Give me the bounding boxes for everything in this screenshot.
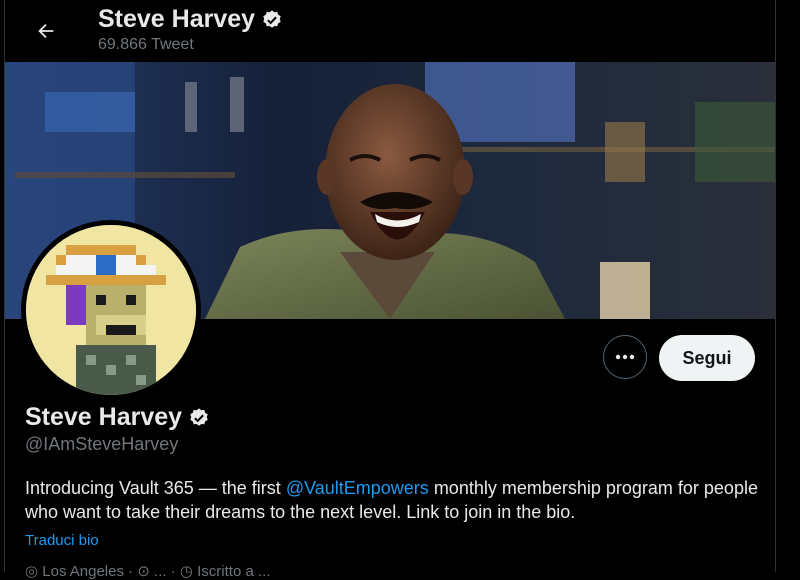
bio-text-start: Introducing Vault 365 — the first [25,478,286,498]
header-name: Steve Harvey [98,5,256,33]
profile-name-row: Steve Harvey [25,403,210,432]
more-options-button[interactable] [603,335,647,379]
profile-handle: @IAmSteveHarvey [25,434,179,454]
header-title: Steve Harvey [98,5,283,34]
translate-bio-link[interactable]: Traduci bio [25,532,99,549]
verified-badge-icon [263,9,281,28]
tweet-count: 69.866 Tweet [98,36,194,53]
profile-meta-row: ◎ Los Angeles · ⊙ ... · ◷ Iscritto a ... [25,563,271,580]
profile-avatar[interactable] [21,220,201,400]
arrow-left-icon [38,23,54,39]
avatar-image [26,225,196,395]
verified-badge-icon [190,407,208,426]
profile-name: Steve Harvey [25,403,183,431]
profile-bio: Introducing Vault 365 — the first @Vault… [25,476,765,524]
profile-column: Steve Harvey 69.866 Tweet Segui Steve Ha… [4,0,776,580]
back-button[interactable] [29,14,63,48]
top-bar: Steve Harvey 69.866 Tweet [5,0,775,62]
more-dots-icon [615,354,635,360]
bio-mention-link[interactable]: @VaultEmpowers [286,478,429,498]
follow-button[interactable]: Segui [659,335,755,381]
